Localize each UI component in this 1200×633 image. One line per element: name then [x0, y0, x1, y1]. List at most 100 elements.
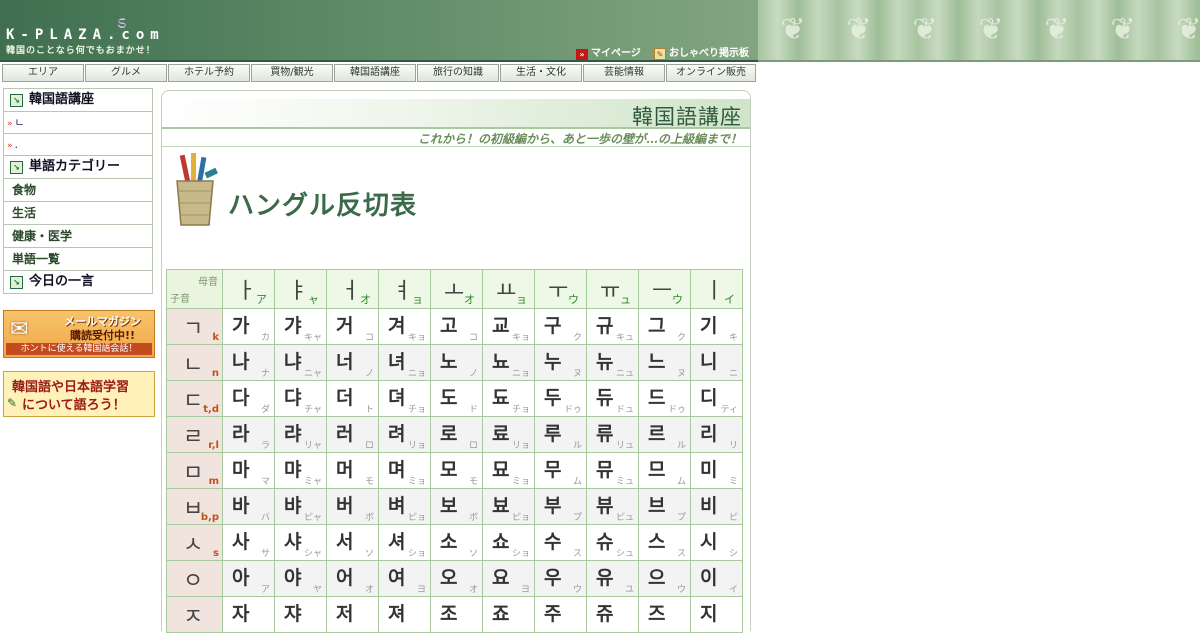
mypage-link[interactable]: » マイページ — [576, 44, 641, 60]
syllable: 리 — [700, 423, 718, 445]
sidebar-subitem[interactable]: » ㄴ — [3, 111, 153, 133]
nav-area[interactable]: エリア — [2, 64, 84, 82]
site-logo[interactable]: K-PLAZA.com — [6, 27, 165, 43]
sidebar-item-life[interactable]: 生活 — [3, 201, 153, 224]
syllable-cell: 러ロ — [326, 416, 379, 453]
syllable: 져 — [388, 603, 406, 625]
nav-gourmet[interactable]: グルメ — [85, 64, 167, 82]
syllable-cell: 듀 ドュ — [586, 380, 639, 417]
vowel-jamo: ㅠ — [600, 279, 621, 304]
syllable-kana: ドゥ — [667, 405, 686, 415]
nav-shopping[interactable]: 買物/観光 — [251, 64, 333, 82]
global-nav: エリア グルメ ホテル予約 買物/観光 韓国語講座 旅行の知識 生活・文化 芸能… — [2, 64, 758, 82]
syllable: 듀 — [596, 387, 614, 409]
syllable-cell: 마マ — [222, 452, 275, 489]
syllable-kana: ス — [676, 549, 686, 559]
nav-hotel[interactable]: ホテル予約 — [168, 64, 250, 82]
syllable: 모 — [440, 459, 458, 481]
consonant-roman: m — [208, 476, 219, 487]
section-subtitle: これから！の初級編から、あと一歩の壁が…の上級編まで！ — [417, 132, 742, 146]
sidebar-item-health[interactable]: 健康・医学 — [3, 224, 153, 247]
consonant-roman: r,l — [208, 440, 219, 451]
syllable-kana: ヌ — [572, 369, 582, 379]
syllable-kana: シ — [728, 549, 738, 559]
syllable: 죠 — [492, 603, 510, 625]
vowel-header: ㅓオ — [326, 269, 379, 309]
consonant-roman: k — [212, 332, 219, 343]
vowel-kana: ョ — [412, 293, 423, 306]
nav-online-shop[interactable]: オンライン販売 — [666, 64, 756, 82]
vowel-header: ㅛョ — [482, 269, 535, 309]
syllable-cell: 뱌 ピャ — [274, 488, 327, 525]
syllable: 비 — [700, 495, 718, 517]
language-talk-banner[interactable]: 韓国語や日本語学習 ✎ について語ろう！ — [3, 371, 155, 417]
syllable-kana: ソ — [364, 549, 374, 559]
ornament-icon: ❦ — [1044, 12, 1070, 47]
syllable-cell: 미ミ — [690, 452, 743, 489]
nav-travel-knowledge[interactable]: 旅行の知識 — [417, 64, 499, 82]
syllable-cell: 부プ — [534, 488, 587, 525]
table-row: ㄷ t,d 다 ダ 댜 チャ 더 ト 뎌 チョ 도 ド 됴 チョ 두 ドゥ 듀 ドュ 드 ドゥ 디 ティ — [166, 380, 743, 417]
syllable-cell: 라ラ — [222, 416, 275, 453]
ornament-icon: ❦ — [780, 12, 806, 47]
syllable-cell: 머モ — [326, 452, 379, 489]
syllable-kana: キュ — [615, 333, 634, 343]
syllable-kana: ヤ — [312, 585, 322, 595]
syllable-cell: 노ノ — [430, 344, 483, 381]
syllable-cell: 조 — [430, 596, 483, 633]
syllable-kana: ピョ — [511, 513, 530, 523]
syllable-cell: 그ク — [638, 308, 691, 345]
syllable: 류 — [596, 423, 614, 445]
table-row: ㅈ자쟈저져조죠주쥬즈지 — [166, 596, 743, 633]
syllable-cell: 오オ — [430, 560, 483, 597]
syllable-cell: 쟈 — [274, 596, 327, 633]
syllable: 교 — [492, 315, 510, 337]
consonant-header: ㅁm — [166, 452, 223, 489]
syllable-kana: チョ — [407, 405, 426, 415]
syllable: 구 — [544, 315, 562, 337]
syllable-cell: 비ピ — [690, 488, 743, 525]
syllable: 뵤 — [492, 495, 510, 517]
syllable-cell: 묘 ミョ — [482, 452, 535, 489]
syllable-kana: キャ — [303, 333, 322, 343]
sidebar-heading-word-category[interactable]: ↘ 単語カテゴリー — [3, 155, 153, 178]
syllable-cell: 느ヌ — [638, 344, 691, 381]
table-row: ㅅ s 사 サ 샤 シャ 서 ソ 셔 ショ 소 ソ 쇼 ショ 수 ス 슈 シュ 스 ス 시 シ — [166, 524, 743, 561]
syllable: 서 — [336, 531, 354, 553]
syllable-kana: ニュ — [615, 369, 634, 379]
sidebar-subitem[interactable]: ». — [3, 133, 153, 155]
table-row: ㄱ k 가 カ 갸 キャ 거 コ 겨 キョ 고 コ 교 キョ 구 ク 규 キュ 그 ク 기 キ — [166, 308, 743, 345]
syllable: 겨 — [388, 315, 406, 337]
vowel-header: ㅜウ — [534, 269, 587, 309]
table-row: ㄴ n 나 ナ 냐 ニャ 너 ノ 녀 ニョ 노 ノ 뇨 ニョ 누 ヌ 뉴 ニュ 느 ヌ 니 ニ — [166, 344, 743, 381]
syllable: 드 — [648, 387, 666, 409]
bbs-link[interactable]: ✎ おしゃべり掲示板 — [654, 44, 749, 60]
syllable: 냐 — [284, 351, 302, 373]
syllable-cell: 사サ — [222, 524, 275, 561]
sidebar-heading-korean-course[interactable]: ↘ 韓国語講座 — [3, 88, 153, 111]
sidebar-heading-daily-phrase[interactable]: ↘ 今日の一言 — [3, 270, 153, 294]
nav-korean-course[interactable]: 韓国語講座 — [334, 64, 416, 82]
consonant-header: ㄹ r,l — [166, 416, 223, 453]
nav-entertainment[interactable]: 芸能情報 — [583, 64, 665, 82]
syllable-cell: 규 キュ — [586, 308, 639, 345]
syllable-kana: ピ — [728, 513, 738, 523]
syllable: 아 — [232, 567, 250, 589]
nav-life-culture[interactable]: 生活・文化 — [500, 64, 582, 82]
syllable-cell: 아ア — [222, 560, 275, 597]
mail-magazine-banner[interactable]: ✉ メールマガジン 購読受付中!! ホントに使える韓国語会話！ — [3, 310, 155, 358]
syllable-kana: ム — [572, 477, 582, 487]
sidebar-item-food[interactable]: 食物 — [3, 178, 153, 201]
sidebar-item-word-list[interactable]: 単語一覧 — [3, 247, 153, 270]
vowel-header: ㅠュ — [586, 269, 639, 309]
syllable-cell: 니ニ — [690, 344, 743, 381]
syllable-kana: ピョ — [407, 513, 426, 523]
pencil-icon: ✎ — [7, 396, 18, 410]
syllable: 더 — [336, 387, 354, 409]
syllable-cell: 바バ — [222, 488, 275, 525]
mail-banner-caption: ホントに使える韓国語会話！ — [6, 343, 152, 355]
syllable: 녀 — [388, 351, 406, 373]
syllable-kana: プ — [572, 513, 582, 523]
syllable: 으 — [648, 567, 666, 589]
syllable: 샤 — [284, 531, 302, 553]
